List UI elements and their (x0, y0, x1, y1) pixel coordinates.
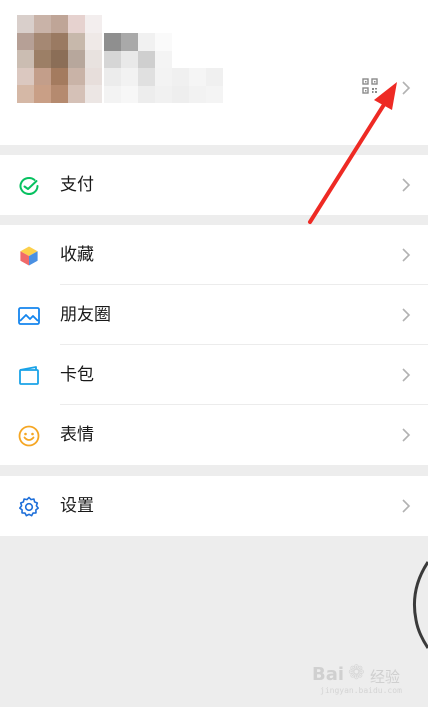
menu-label-cards: 卡包 (60, 365, 94, 385)
chevron-right-icon (402, 368, 411, 382)
cube-icon (19, 245, 39, 267)
qr-code-icon[interactable] (362, 78, 378, 94)
menu-item-settings[interactable]: 设置 (0, 476, 428, 536)
watermark-brand: Bai (312, 664, 345, 685)
watermark-url: jingyan.baidu.com (320, 686, 402, 695)
menu-group-main: 收藏 朋友圈 卡包 表情 (0, 225, 428, 465)
chevron-right-icon (402, 248, 411, 262)
chevron-right-icon[interactable] (400, 80, 412, 96)
watermark: Bai ❁ 经验 jingyan.baidu.com (312, 660, 428, 700)
wechat-pay-icon (19, 177, 39, 195)
smile-icon (18, 425, 40, 447)
menu-label-pay: 支付 (60, 175, 94, 195)
menu-label-settings: 设置 (60, 496, 94, 516)
menu-item-favorites[interactable]: 收藏 (0, 225, 428, 285)
menu-item-cards[interactable]: 卡包 (0, 345, 428, 405)
card-wallet-icon (19, 366, 39, 385)
menu-group-settings: 设置 (0, 476, 428, 536)
menu-item-moments[interactable]: 朋友圈 (0, 285, 428, 345)
profile-header[interactable] (0, 0, 428, 145)
menu-group-pay: 支付 (0, 155, 428, 215)
decorative-curve (413, 561, 428, 649)
paw-icon: ❁ (348, 660, 365, 684)
chevron-right-icon (402, 428, 411, 442)
image-icon (18, 307, 40, 325)
chevron-right-icon (402, 308, 411, 322)
chevron-right-icon (402, 499, 411, 513)
gear-icon (19, 496, 39, 517)
watermark-brand-cn: 经验 (370, 668, 401, 686)
menu-label-moments: 朋友圈 (60, 305, 111, 325)
menu-item-stickers[interactable]: 表情 (0, 405, 428, 465)
menu-item-pay[interactable]: 支付 (0, 155, 428, 215)
username-blurred (104, 33, 240, 103)
chevron-right-icon (402, 178, 411, 192)
menu-label-favorites: 收藏 (60, 245, 94, 265)
avatar[interactable] (17, 15, 102, 103)
menu-label-stickers: 表情 (60, 425, 94, 445)
